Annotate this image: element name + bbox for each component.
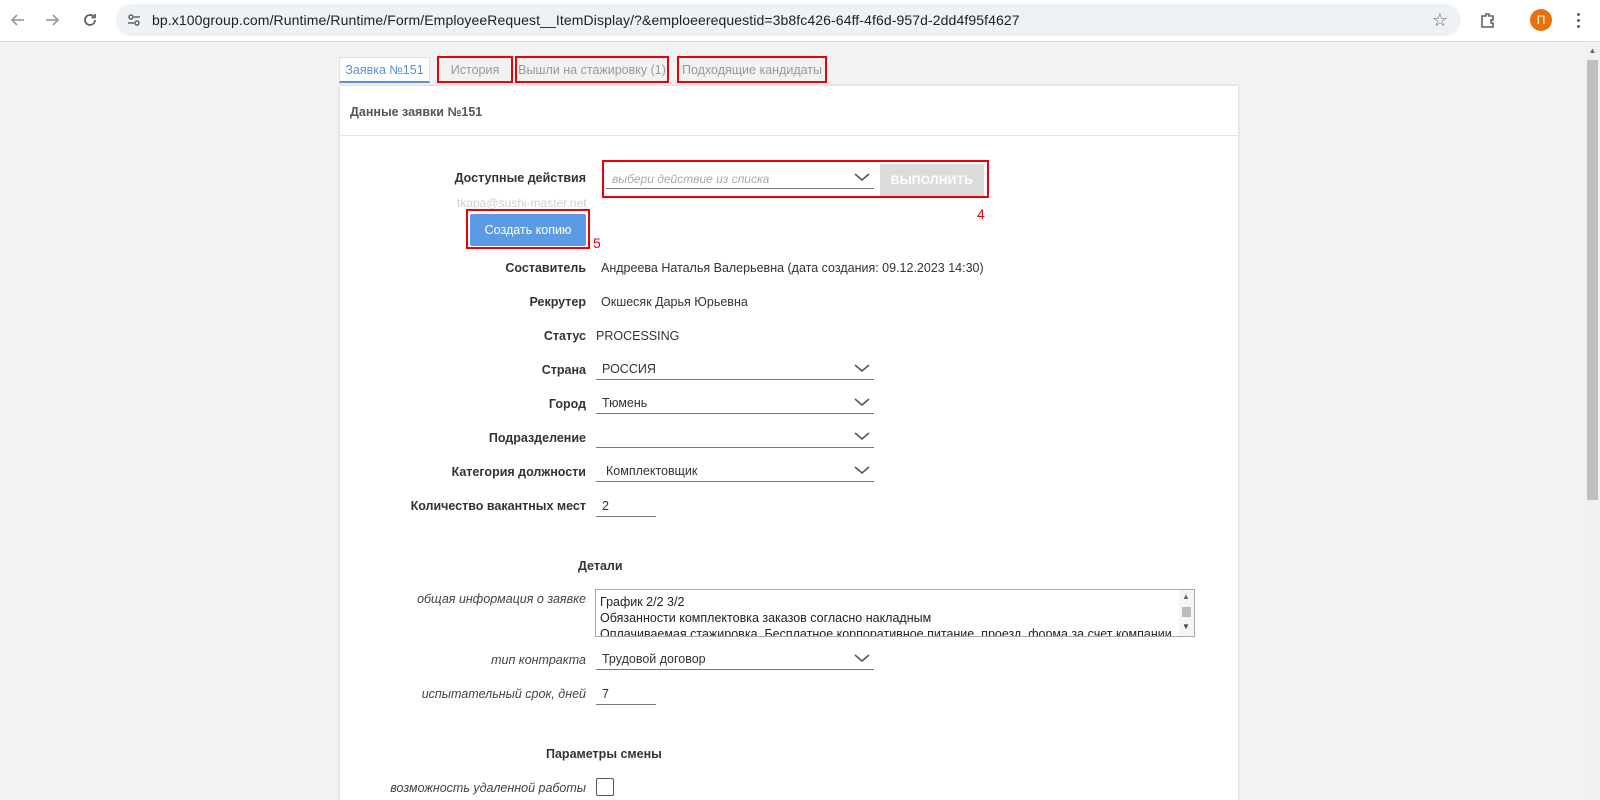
probation-input[interactable]: 7 [596,683,656,705]
division-select[interactable] [596,426,874,448]
country-value: РОССИЯ [602,362,656,376]
textarea-scroll-thumb[interactable] [1182,607,1191,617]
position-category-value: Комплектовщик [606,464,698,478]
probation-label: испытательный срок, дней [421,687,586,701]
bookmark-star-icon[interactable]: ☆ [1429,9,1451,31]
reload-icon[interactable] [76,6,104,34]
recruiter-label: Рекрутер [529,295,586,309]
scroll-up-arrow-icon[interactable]: ▲ [1585,42,1600,58]
position-category-label: Категория должности [451,465,586,479]
division-label: Подразделение [488,431,586,445]
general-info-label: общая информация о заявке [417,592,586,606]
scroll-thumb[interactable] [1587,60,1598,500]
url-text[interactable]: bp.x100group.com/Runtime/Runtime/Form/Em… [152,12,1020,28]
author-value: Андреева Наталья Валерьевна (дата создан… [601,261,984,275]
probation-value: 7 [602,687,609,701]
contract-type-label: тип контракта [491,653,586,667]
annotation-box-4 [602,160,989,198]
back-icon[interactable] [4,6,32,34]
profile-avatar[interactable]: П [1530,9,1552,31]
general-info-line-2: Обязанности комплектовка заказов согласн… [600,611,932,625]
general-info-line-1: График 2/2 3/2 [600,595,685,609]
annotation-box-1 [437,56,513,83]
scroll-up-arrow-icon[interactable]: ▲ [1182,592,1190,601]
country-label: Страна [541,363,586,377]
scroll-down-arrow-icon[interactable]: ▼ [1182,622,1190,631]
vacancies-input[interactable]: 2 [596,495,656,517]
city-select[interactable]: Тюмень [596,392,874,414]
tab-request[interactable]: Заявка №151 [339,57,430,83]
annotation-box-5 [466,209,590,249]
contract-type-select[interactable]: Трудовой договор [596,648,874,670]
status-label: Статус [543,329,586,343]
annotation-marker-5: 5 [593,235,601,251]
country-select[interactable]: РОССИЯ [596,358,874,380]
chevron-down-icon [854,398,870,407]
page-scrollbar[interactable]: ▲ [1585,42,1600,800]
details-section-title: Детали [578,559,623,573]
forward-icon[interactable] [38,6,66,34]
city-value: Тюмень [602,396,648,410]
chevron-down-icon [854,466,870,475]
actions-label: Доступные действия [454,171,586,185]
vacancies-label: Количество вакантных мест [410,499,586,513]
browser-menu-icon[interactable] [1568,8,1588,32]
address-bar[interactable]: bp.x100group.com/Runtime/Runtime/Form/Em… [116,4,1461,36]
shift-section-title: Параметры смены [546,747,662,761]
panel-header: Данные заявки №151 [340,86,1238,136]
general-info-line-3: Оплачиваемая стажировка. Бесплатное корп… [600,627,1172,637]
author-label: Составитель [505,261,586,275]
user-email: tkapa@sushi-master.net [457,196,587,210]
browser-toolbar: bp.x100group.com/Runtime/Runtime/Form/Em… [0,0,1600,42]
chevron-down-icon [854,654,870,663]
recruiter-value: Окшесяк Дарья Юрьевна [601,295,748,309]
annotation-box-3 [677,56,827,83]
extensions-icon[interactable] [1476,8,1500,32]
general-info-textarea[interactable]: График 2/2 3/2 Обязанности комплектовка … [595,589,1195,637]
vacancies-value: 2 [602,499,609,513]
remote-work-label: возможность удаленной работы [390,781,586,795]
panel-title: Данные заявки №151 [350,105,483,119]
city-label: Город [548,397,586,411]
remote-work-checkbox[interactable] [596,778,614,796]
status-value: PROCESSING [596,329,680,343]
textarea-scrollbar[interactable]: ▲ ▼ [1179,590,1194,636]
annotation-box-2 [515,56,669,83]
chevron-down-icon [854,364,870,373]
contract-type-value: Трудовой договор [602,652,706,666]
chevron-down-icon [854,432,870,441]
annotation-marker-4: 4 [977,206,985,222]
position-category-select[interactable]: Комплектовщик [596,460,874,482]
site-settings-icon[interactable] [124,10,144,30]
